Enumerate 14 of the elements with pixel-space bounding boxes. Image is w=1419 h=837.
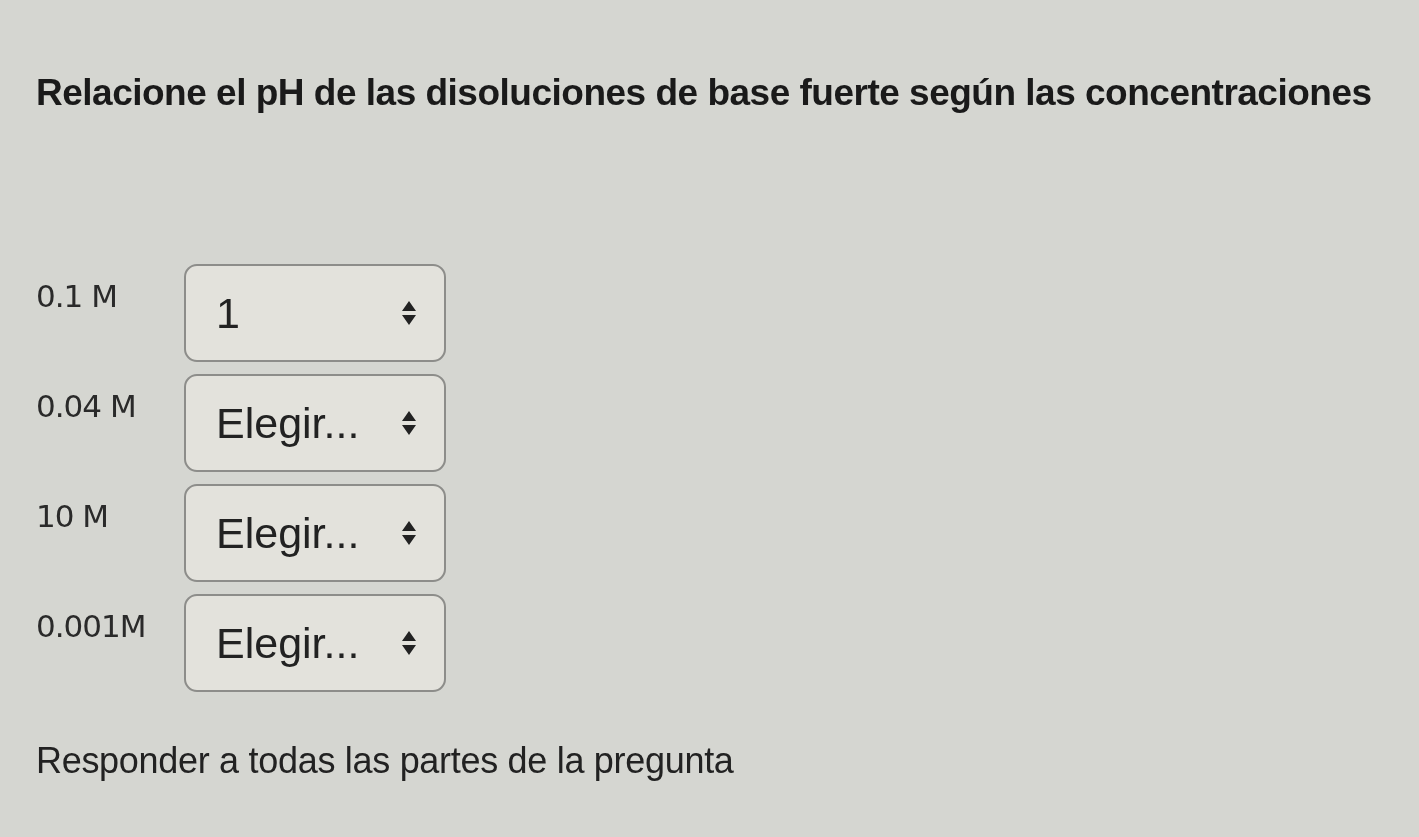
caret-icon — [402, 301, 416, 325]
concentration-label: 0.1 M — [36, 277, 118, 314]
instruction-text: Responder a todas las partes de la pregunta — [36, 740, 734, 782]
dropdown-select[interactable]: 1 — [184, 264, 446, 362]
caret-icon — [402, 411, 416, 435]
concentration-label: 10 M — [36, 497, 110, 534]
dropdown-select[interactable]: Elegir... — [184, 484, 446, 582]
caret-icon — [402, 631, 416, 655]
question-title: Relacione el pH de las disoluciones de base fuerte según las concentraciones — [36, 72, 1372, 114]
dropdown-select[interactable]: Elegir... — [184, 594, 446, 692]
concentration-label: 0.001M — [36, 607, 147, 644]
caret-icon — [402, 521, 416, 545]
dropdown-select[interactable]: Elegir... — [184, 374, 446, 472]
concentration-label: 0.04 M — [36, 387, 137, 424]
